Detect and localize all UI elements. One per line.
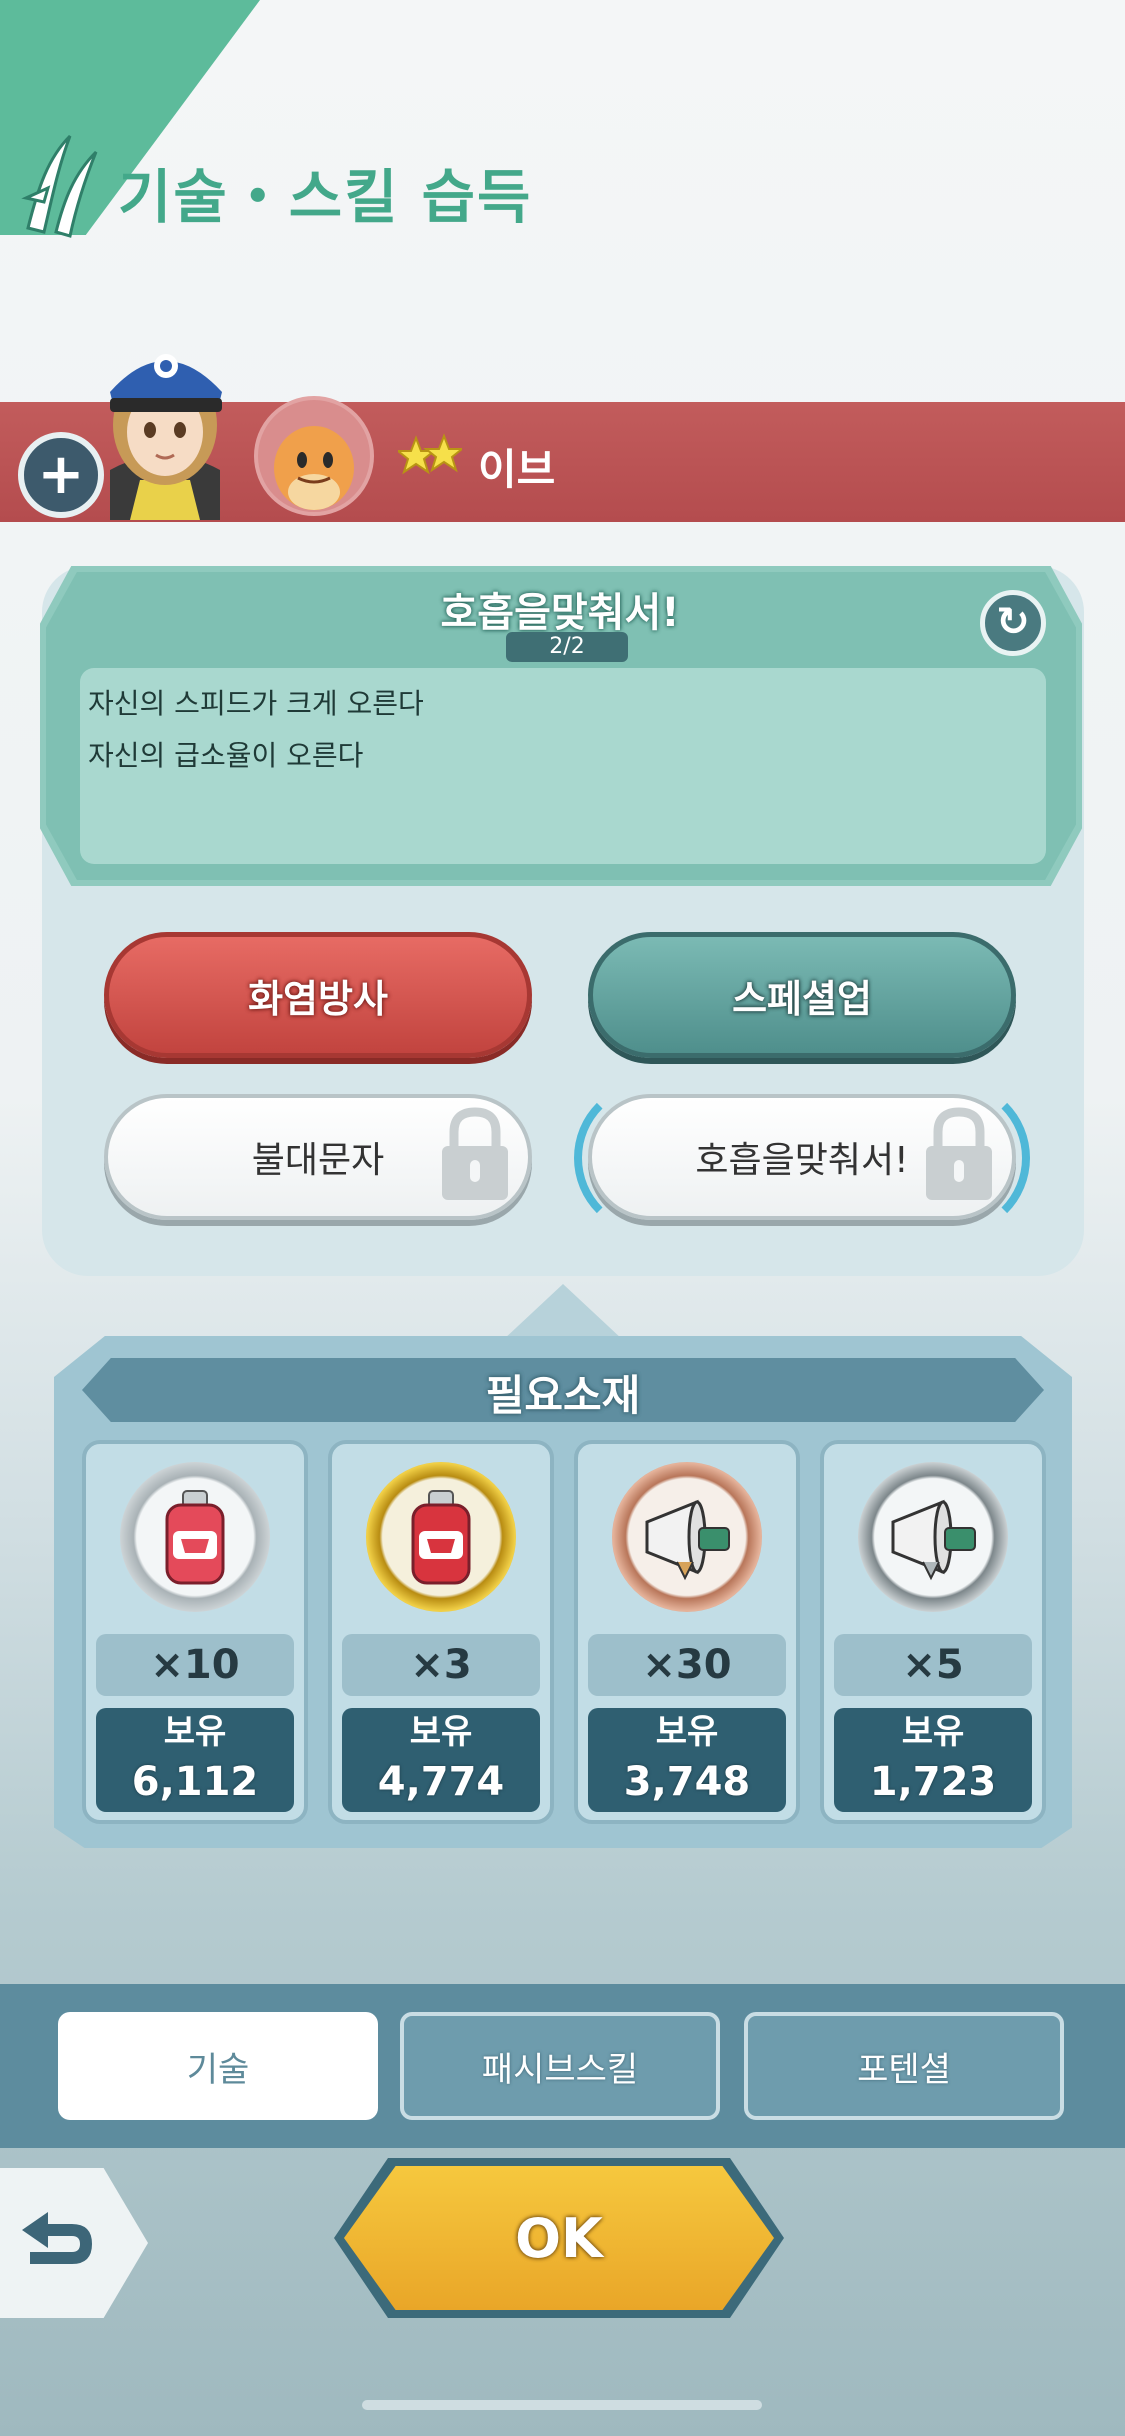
description-line: 자신의 급소율이 오른다 [88, 739, 364, 772]
tab-label: 기술 [186, 2049, 250, 2090]
tab-moves[interactable]: 기술 [58, 2012, 378, 2120]
back-button[interactable] [0, 2168, 148, 2318]
owned-box: 보유 3,748 [588, 1708, 786, 1812]
required-quantity: ×30 [588, 1634, 786, 1696]
silver-megaphone-icon [858, 1462, 1008, 1612]
tab-label: 포텐셜 [857, 2049, 951, 2090]
description-line: 자신의 스피드가 크게 오른다 [88, 687, 424, 720]
move-button-flamethrower[interactable]: 화염방사 [104, 932, 532, 1058]
pokemon-name: 이브 [478, 445, 556, 494]
rarity-stars [395, 432, 465, 492]
move-description-box: 자신의 스피드가 크게 오른다 자신의 급소율이 오른다 [80, 668, 1046, 864]
add-pair-button[interactable]: + [18, 432, 104, 518]
tab-label: 패시브스킬 [481, 2049, 639, 2090]
gold-drink-bottle-icon [366, 1462, 516, 1612]
lock-icon [438, 1104, 512, 1202]
owned-box: 보유 1,723 [834, 1708, 1032, 1812]
ok-button[interactable]: OK [344, 2166, 774, 2310]
trainer-portrait [90, 330, 240, 520]
refresh-icon[interactable]: ↻ [980, 590, 1046, 656]
required-quantity: ×10 [96, 1634, 294, 1696]
pokemon-portrait [254, 396, 374, 516]
owned-value: 1,723 [869, 1759, 997, 1805]
owned-label: 보유 [655, 1712, 719, 1752]
lock-icon [922, 1104, 996, 1202]
home-indicator [362, 2400, 762, 2410]
plus-icon: + [37, 442, 85, 507]
move-page-indicator: 2/2 [506, 632, 628, 662]
move-label: 불대문자 [251, 1140, 385, 1181]
owned-box: 보유 4,774 [342, 1708, 540, 1812]
ok-label: OK [515, 2206, 603, 2270]
owned-label: 보유 [409, 1712, 473, 1752]
move-title: 호흡을맞춰서! [440, 590, 680, 636]
bronze-megaphone-icon [612, 1462, 762, 1612]
return-arrow-icon [22, 2212, 92, 2264]
claw-slash-icon [18, 128, 108, 238]
material-card[interactable]: ×3 보유 4,774 [328, 1440, 554, 1824]
required-quantity: ×3 [342, 1634, 540, 1696]
page-title: 기술・스킬 습득 [118, 163, 533, 231]
move-label: 화염방사 [248, 976, 388, 1021]
tab-potential[interactable]: 포텐셜 [744, 2012, 1064, 2120]
materials-title: 필요소재 [485, 1371, 641, 1420]
owned-value: 6,112 [131, 1759, 259, 1805]
owned-value: 4,774 [377, 1759, 505, 1805]
owned-box: 보유 6,112 [96, 1708, 294, 1812]
owned-label: 보유 [901, 1712, 965, 1752]
required-quantity: ×5 [834, 1634, 1032, 1696]
material-card[interactable]: ×10 보유 6,112 [82, 1440, 308, 1824]
red-drink-bottle-icon [120, 1462, 270, 1612]
move-label: 스페셜업 [732, 976, 872, 1021]
material-card[interactable]: ×5 보유 1,723 [820, 1440, 1046, 1824]
owned-value: 3,748 [623, 1759, 751, 1805]
tab-passive-skills[interactable]: 패시브스킬 [400, 2012, 720, 2120]
material-card[interactable]: ×30 보유 3,748 [574, 1440, 800, 1824]
owned-label: 보유 [163, 1712, 227, 1752]
move-button-special-up[interactable]: 스페셜업 [588, 932, 1016, 1058]
